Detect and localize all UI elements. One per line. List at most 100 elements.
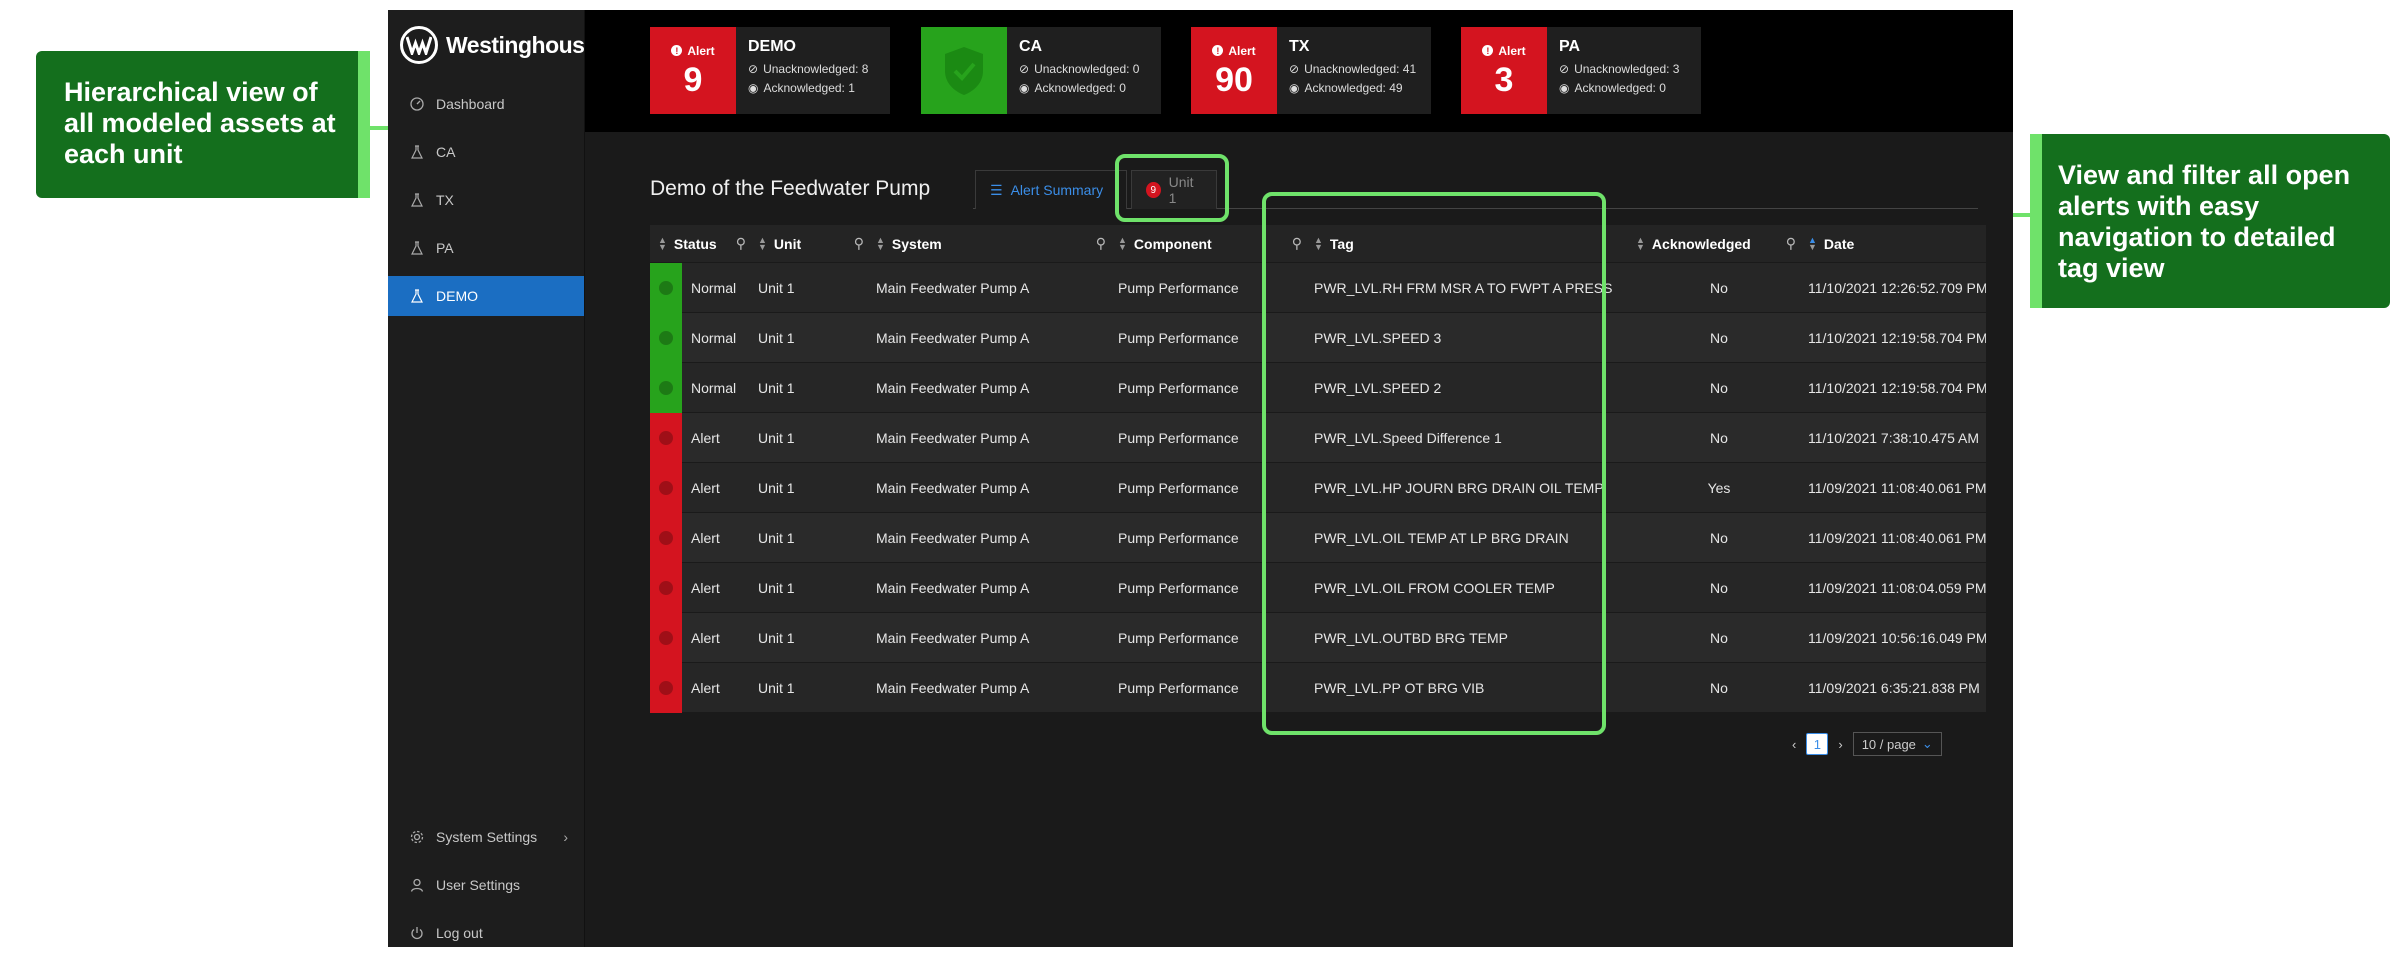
column-header-acknowledged[interactable]: ▲ ▼ Acknowledged ⚲ <box>1630 225 1808 263</box>
eye-off-icon: ⊘ <box>1019 62 1030 76</box>
sort-icon[interactable]: ▲ ▼ <box>876 235 885 251</box>
unit-cell: Unit 1 <box>758 329 795 346</box>
acknowledged-cell: No <box>1710 629 1728 646</box>
annotation-right-text: View and filter all open alerts with eas… <box>2058 160 2351 283</box>
eye-off-icon: ⊘ <box>1559 62 1570 76</box>
tab-label: Alert Summary <box>1010 182 1104 198</box>
sidebar-item-pa[interactable]: PA <box>388 228 584 268</box>
eye-icon: ◉ <box>1559 81 1570 95</box>
list-icon: ☰ <box>990 181 1003 198</box>
brand-name: Westinghouse <box>446 31 597 58</box>
status-text: Alert <box>691 429 720 446</box>
sort-icon[interactable]: ▲ ▼ <box>758 235 767 251</box>
site-summary-header: ! Alert 9 DEMO ⊘ Unacknowledged: 8 ◉ Acknow… <box>585 10 2013 132</box>
ok-tile <box>921 27 1007 114</box>
alert-count: 9 <box>683 60 703 99</box>
acknowledged-cell: Yes <box>1707 479 1731 496</box>
acknowledged-count: Acknowledged: 49 <box>1304 81 1403 95</box>
site-card-ca[interactable]: CA ⊘ Unacknowledged: 0 ◉ Acknowledged: 0 <box>921 27 1161 114</box>
search-icon[interactable]: ⚲ <box>736 235 746 252</box>
dashboard-icon <box>408 97 426 111</box>
date-cell: 11/10/2021 12:19:58.704 PM <box>1808 379 1986 396</box>
date-cell: 11/09/2021 10:56:16.049 PM <box>1808 629 1986 646</box>
alert-label: Alert <box>1228 43 1256 58</box>
power-icon <box>408 926 426 940</box>
shield-icon <box>650 362 682 413</box>
acknowledged-cell: No <box>1710 329 1728 346</box>
acknowledged-cell: No <box>1710 529 1728 546</box>
status-cell: Alert <box>650 662 758 713</box>
column-label: System <box>891 235 942 252</box>
status-cell: Alert <box>650 512 758 563</box>
eye-icon: ◉ <box>748 81 759 95</box>
chevron-down-icon: ⌄ <box>1921 736 1933 751</box>
site-card-tx[interactable]: ! Alert 90 TX ⊘ Unacknowledged: 41 ◉ Acknow… <box>1191 27 1431 114</box>
sort-icon[interactable]: ▲ ▼ <box>1636 235 1645 251</box>
unit-cell: Unit 1 <box>758 379 795 396</box>
system-cell: Main Feedwater Pump A <box>876 479 1030 496</box>
alert-icon <box>650 512 682 563</box>
site-card-demo[interactable]: ! Alert 9 DEMO ⊘ Unacknowledged: 8 ◉ Acknow… <box>650 27 890 114</box>
sidebar-item-demo[interactable]: DEMO <box>388 276 584 316</box>
sidebar-item-tx[interactable]: TX <box>388 180 584 220</box>
eye-off-icon: ⊘ <box>748 62 759 76</box>
system-cell: Main Feedwater Pump A <box>876 279 1030 296</box>
search-icon[interactable]: ⚲ <box>1786 235 1796 252</box>
acknowledged-cell: No <box>1710 429 1728 446</box>
alert-count: 90 <box>1215 60 1253 99</box>
unit-cell: Unit 1 <box>758 579 795 596</box>
date-cell: 11/09/2021 11:08:40.061 PM <box>1808 479 1986 496</box>
unacknowledged-count: Unacknowledged: 8 <box>763 62 869 76</box>
sidebar-item-label: User Settings <box>436 877 521 893</box>
column-header-status[interactable]: ▲ ▼ Status ⚲ <box>650 225 758 263</box>
unit-cell: Unit 1 <box>758 279 795 296</box>
site-name: TX <box>1289 38 1310 55</box>
sidebar-item-label: TX <box>436 192 454 208</box>
site-card-pa[interactable]: ! Alert 3 PA ⊘ Unacknowledged: 3 ◉ Acknowle… <box>1461 27 1701 114</box>
page-size-select[interactable]: 10 / page ⌄ <box>1852 732 1942 756</box>
status-text: Alert <box>691 579 720 596</box>
alert-icon: ! <box>1482 45 1494 56</box>
sidebar-item-system-settings[interactable]: System Settings › <box>388 817 584 857</box>
brand-logo[interactable]: Westinghouse <box>400 24 597 66</box>
alert-icon: ! <box>1212 45 1224 56</box>
alert-icon <box>650 612 682 663</box>
search-icon[interactable]: ⚲ <box>854 235 864 252</box>
sidebar-item-user-settings[interactable]: User Settings <box>388 865 584 905</box>
system-cell: Main Feedwater Pump A <box>876 379 1030 396</box>
date-cell: 11/10/2021 12:26:52.709 PM <box>1808 279 1986 296</box>
app-window: Westinghouse Dashboard CA TX PA DEMO Sys… <box>388 10 2013 947</box>
sort-icon[interactable]: ▲ ▼ <box>1118 235 1127 251</box>
unit-cell: Unit 1 <box>758 429 795 446</box>
acknowledged-cell: No <box>1710 679 1728 696</box>
sidebar-item-dashboard[interactable]: Dashboard <box>388 84 584 124</box>
system-cell: Main Feedwater Pump A <box>876 629 1030 646</box>
eye-off-icon: ⊘ <box>1289 62 1300 76</box>
search-icon[interactable]: ⚲ <box>1096 235 1106 252</box>
acknowledged-count: Acknowledged: 0 <box>1574 81 1666 95</box>
eye-icon: ◉ <box>1019 81 1030 95</box>
column-header-system[interactable]: ▲ ▼ System ⚲ <box>876 225 1118 263</box>
shield-check-icon <box>945 46 983 95</box>
unit-cell: Unit 1 <box>758 679 795 696</box>
status-text: Alert <box>691 629 720 646</box>
column-header-date[interactable]: ▲ ▼ Date <box>1808 225 1986 263</box>
date-cell: 11/09/2021 11:08:04.059 PM <box>1808 579 1986 596</box>
tab-alert-summary[interactable]: ☰ Alert Summary <box>975 170 1127 209</box>
flask-icon <box>408 193 426 207</box>
sidebar-item-log-out[interactable]: Log out <box>388 913 584 953</box>
column-header-unit[interactable]: ▲ ▼ Unit ⚲ <box>758 225 876 263</box>
unit-cell: Unit 1 <box>758 629 795 646</box>
status-text: Alert <box>691 679 720 696</box>
sidebar-item-ca[interactable]: CA <box>388 132 584 172</box>
westinghouse-logo-icon <box>400 26 438 64</box>
unacknowledged-count: Unacknowledged: 3 <box>1574 62 1680 76</box>
acknowledged-count: Acknowledged: 0 <box>1034 81 1126 95</box>
sort-icon[interactable]: ▲ ▼ <box>1808 235 1817 251</box>
next-page-icon[interactable]: › <box>1838 737 1842 752</box>
user-icon <box>408 878 426 892</box>
sort-icon[interactable]: ▲ ▼ <box>658 235 667 251</box>
chevron-right-icon: › <box>563 829 568 845</box>
prev-page-icon[interactable]: ‹ <box>1792 737 1796 752</box>
page-number[interactable]: 1 <box>1806 733 1829 755</box>
